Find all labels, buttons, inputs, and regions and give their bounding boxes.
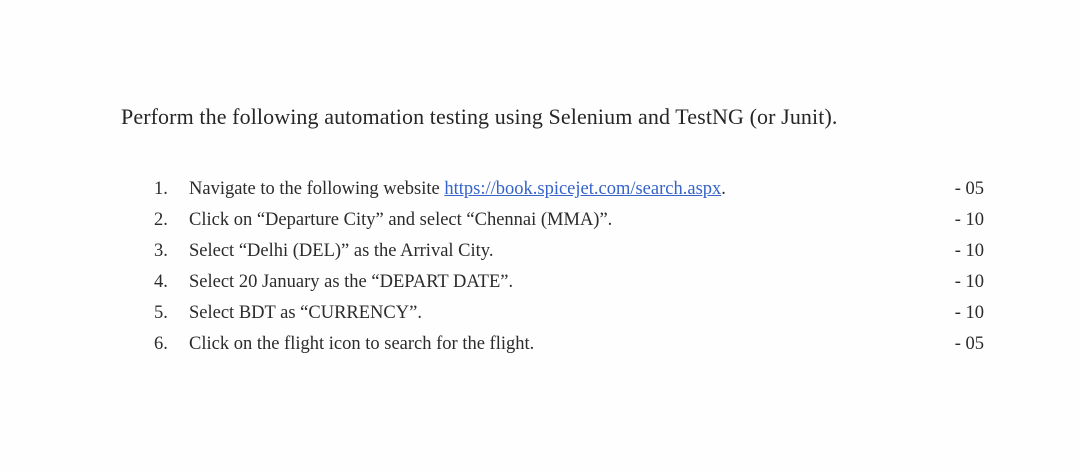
- task-marks: - 05: [954, 179, 984, 199]
- task-marks: - 05: [954, 334, 984, 354]
- task-number: 2.: [154, 210, 168, 230]
- task-item: 5. Select BDT as “CURRENCY”. - 10: [154, 298, 994, 329]
- task-text: Select 20 January as the “DEPART DATE”.: [189, 272, 514, 292]
- task-marks: - 10: [954, 241, 984, 261]
- task-item: 4. Select 20 January as the “DEPART DATE…: [154, 267, 994, 298]
- task-number: 5.: [154, 303, 168, 323]
- task-text-suffix: .: [721, 179, 726, 199]
- task-item: 2. Click on “Departure City” and select …: [154, 205, 994, 236]
- task-number: 1.: [154, 179, 168, 199]
- task-text: Click on the flight icon to search for t…: [189, 334, 535, 354]
- task-list: 1. Navigate to the following website htt…: [154, 174, 994, 360]
- task-marks: - 10: [954, 272, 984, 292]
- task-item: 1. Navigate to the following website htt…: [154, 174, 994, 205]
- task-text: Select BDT as “CURRENCY”.: [189, 303, 422, 323]
- task-text-prefix: Navigate to the following website: [189, 179, 445, 199]
- assignment-heading: Perform the following automation testing…: [121, 104, 838, 129]
- task-item: 6. Click on the flight icon to search fo…: [154, 329, 994, 360]
- task-text: Click on “Departure City” and select “Ch…: [189, 210, 613, 230]
- task-marks: - 10: [954, 210, 984, 230]
- task-number: 4.: [154, 272, 168, 292]
- task-marks: - 10: [954, 303, 984, 323]
- task-text: Select “Delhi (DEL)” as the Arrival City…: [189, 241, 494, 261]
- document-page: Perform the following automation testing…: [0, 0, 1080, 472]
- task-number: 6.: [154, 334, 168, 354]
- task-text: Navigate to the following website https:…: [189, 174, 726, 205]
- task-number: 3.: [154, 241, 168, 261]
- task-item: 3. Select “Delhi (DEL)” as the Arrival C…: [154, 236, 994, 267]
- website-link[interactable]: https://book.spicejet.com/search.aspx: [444, 179, 721, 199]
